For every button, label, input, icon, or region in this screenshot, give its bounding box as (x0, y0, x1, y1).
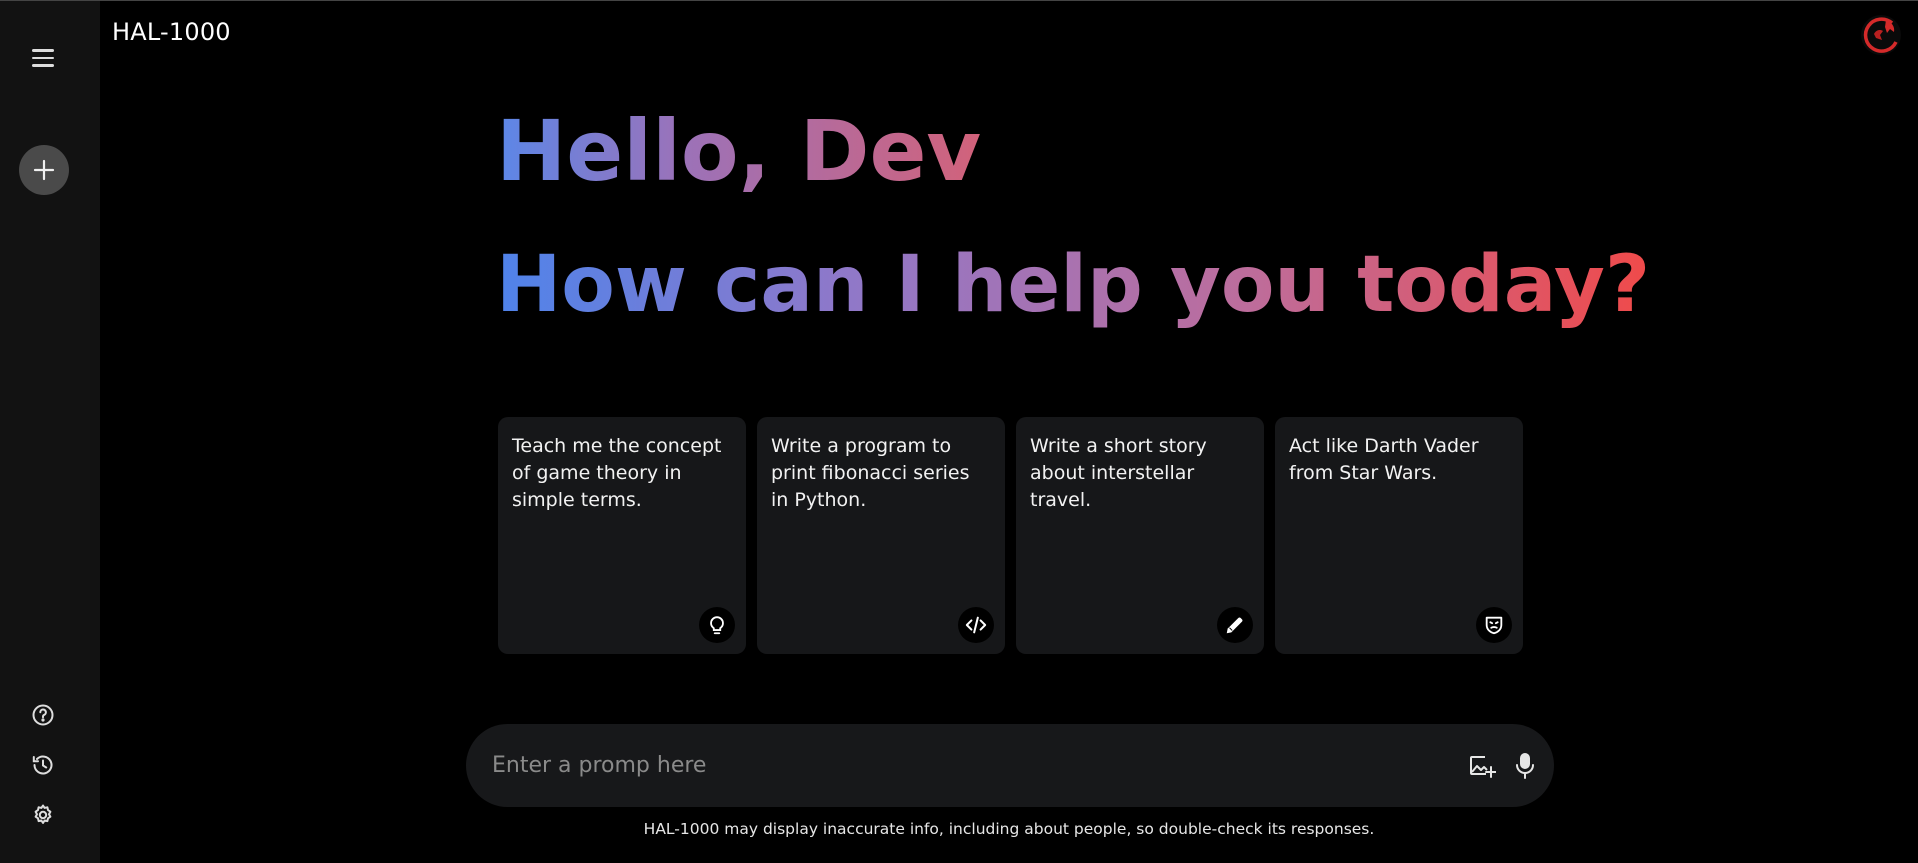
microphone-icon[interactable] (1509, 750, 1541, 782)
prompt-input[interactable] (492, 744, 1412, 786)
user-avatar[interactable] (1860, 14, 1902, 56)
top-border (0, 0, 1918, 1)
mask-icon (1476, 607, 1512, 643)
card-text: Act like Darth Vader from Star Wars. (1289, 435, 1479, 484)
history-icon[interactable] (29, 751, 57, 779)
suggestion-card-game-theory[interactable]: Teach me the concept of game theory in s… (498, 417, 746, 654)
new-chat-button[interactable] (19, 145, 69, 195)
greeting: Hello, Dev How can I help you today? (496, 96, 1650, 361)
card-text: Teach me the concept of game theory in s… (512, 435, 722, 511)
menu-icon[interactable] (28, 45, 58, 71)
sidebar (0, 1, 100, 863)
greeting-name: Hello, Dev (496, 96, 981, 206)
lightbulb-icon (699, 607, 735, 643)
card-text: Write a program to print fibonacci serie… (771, 435, 970, 511)
plus-icon (33, 159, 55, 181)
disclaimer: HAL-1000 may display inaccurate info, in… (643, 820, 1375, 838)
suggestion-cards: Teach me the concept of game theory in s… (498, 417, 1523, 654)
app-title: HAL-1000 (112, 18, 231, 46)
help-icon[interactable] (29, 701, 57, 729)
suggestion-card-fibonacci[interactable]: Write a program to print fibonacci serie… (757, 417, 1005, 654)
prompt-bar (466, 724, 1554, 807)
suggestion-card-darth-vader[interactable]: Act like Darth Vader from Star Wars. (1275, 417, 1523, 654)
add-image-icon[interactable] (1466, 750, 1498, 782)
greeting-question: How can I help you today? (496, 230, 1650, 340)
pencil-icon (1217, 607, 1253, 643)
code-icon (958, 607, 994, 643)
suggestion-card-short-story[interactable]: Write a short story about interstellar t… (1016, 417, 1264, 654)
card-text: Write a short story about interstellar t… (1030, 435, 1207, 511)
